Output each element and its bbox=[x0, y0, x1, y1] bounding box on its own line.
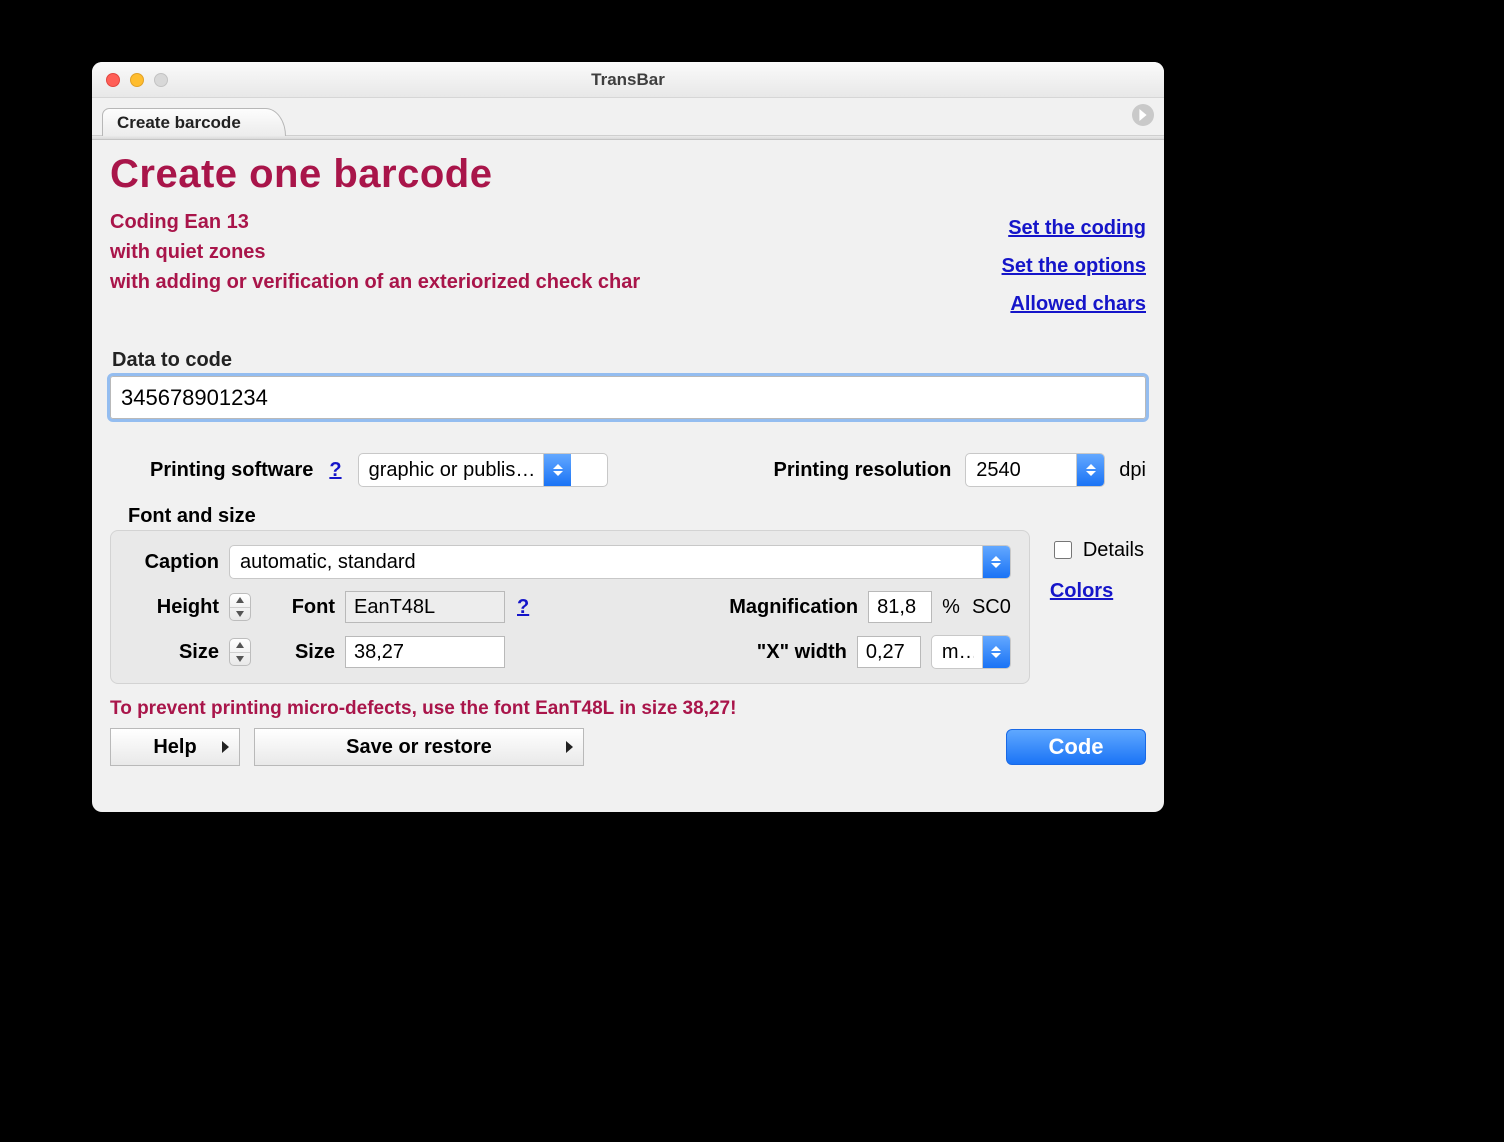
details-checkbox-row[interactable]: Details bbox=[1050, 538, 1144, 562]
details-checkbox[interactable] bbox=[1054, 541, 1072, 559]
xwidth-unit-select[interactable]: mm bbox=[931, 635, 1011, 669]
select-arrows-icon bbox=[543, 454, 571, 486]
font-input[interactable] bbox=[345, 591, 505, 623]
page-heading: Create one barcode bbox=[110, 152, 1146, 197]
link-set-options[interactable]: Set the options bbox=[1002, 255, 1146, 277]
app-window: TransBar Create barcode Create one barco… bbox=[92, 62, 1164, 812]
chevron-down-icon bbox=[230, 653, 250, 666]
warning-text: To prevent printing micro-defects, use t… bbox=[110, 698, 1146, 720]
magnification-input[interactable] bbox=[868, 591, 932, 623]
coding-summary: Coding Ean 13 with quiet zones with addi… bbox=[110, 207, 640, 297]
size-row-label: Size bbox=[129, 641, 219, 664]
sc-label: SC0 bbox=[972, 596, 1011, 619]
printing-resolution-select[interactable]: 2540 bbox=[965, 453, 1105, 487]
caption-value: automatic, standard bbox=[240, 551, 974, 574]
help-button-label: Help bbox=[153, 736, 196, 759]
printing-resolution-label: Printing resolution bbox=[774, 459, 952, 482]
caption-label: Caption bbox=[129, 551, 219, 574]
xwidth-unit-value: mm bbox=[942, 641, 974, 664]
summary-line: Coding Ean 13 bbox=[110, 207, 640, 237]
close-icon[interactable] bbox=[106, 73, 120, 87]
link-set-coding[interactable]: Set the coding bbox=[1008, 217, 1146, 239]
link-allowed-chars[interactable]: Allowed chars bbox=[1010, 293, 1146, 315]
tab-next-icon[interactable] bbox=[1132, 104, 1154, 126]
tab-create-barcode[interactable]: Create barcode bbox=[102, 108, 286, 136]
font-size-section-label: Font and size bbox=[128, 505, 1146, 528]
triangle-right-icon bbox=[222, 741, 229, 753]
select-arrows-icon bbox=[982, 546, 1010, 578]
tab-strip: Create barcode bbox=[92, 98, 1164, 136]
save-restore-label: Save or restore bbox=[346, 736, 492, 759]
select-arrows-icon bbox=[982, 636, 1010, 668]
xwidth-input[interactable] bbox=[857, 636, 921, 668]
save-restore-button[interactable]: Save or restore bbox=[254, 728, 584, 766]
printing-software-value: graphic or publis… bbox=[369, 459, 536, 482]
chevron-down-icon bbox=[230, 608, 250, 621]
link-colors[interactable]: Colors bbox=[1050, 580, 1144, 603]
data-to-code-input[interactable] bbox=[110, 376, 1146, 419]
percent-label: % bbox=[942, 596, 960, 619]
zoom-icon bbox=[154, 73, 168, 87]
triangle-right-icon bbox=[566, 741, 573, 753]
minimize-icon[interactable] bbox=[130, 73, 144, 87]
caption-select[interactable]: automatic, standard bbox=[229, 545, 1011, 579]
font-size-panel: Caption automatic, standard Height Font … bbox=[110, 530, 1030, 684]
content-area: Create one barcode Coding Ean 13 with qu… bbox=[92, 140, 1164, 812]
size-stepper[interactable] bbox=[229, 638, 251, 666]
height-label: Height bbox=[129, 596, 219, 619]
window-title: TransBar bbox=[591, 70, 665, 90]
chevron-up-icon bbox=[230, 639, 250, 653]
xwidth-label: "X" width bbox=[757, 641, 847, 664]
magnification-label: Magnification bbox=[729, 596, 858, 619]
select-arrows-icon bbox=[1076, 454, 1104, 486]
right-links: Set the coding Set the options Allowed c… bbox=[1002, 207, 1146, 323]
traffic-lights bbox=[106, 73, 168, 87]
font-side-column: Details Colors bbox=[1048, 530, 1146, 611]
titlebar: TransBar bbox=[92, 62, 1164, 98]
code-button[interactable]: Code bbox=[1006, 729, 1146, 765]
details-label: Details bbox=[1083, 539, 1144, 562]
printing-software-help-icon[interactable]: ? bbox=[329, 459, 341, 482]
data-to-code-label: Data to code bbox=[112, 349, 1146, 372]
chevron-up-icon bbox=[230, 594, 250, 608]
font-label: Font bbox=[261, 596, 335, 619]
printing-software-select[interactable]: graphic or publis… bbox=[358, 453, 608, 487]
summary-line: with adding or verification of an exteri… bbox=[110, 267, 640, 297]
help-button[interactable]: Help bbox=[110, 728, 240, 766]
dpi-unit: dpi bbox=[1119, 459, 1146, 482]
printing-resolution-value: 2540 bbox=[976, 459, 1068, 482]
summary-line: with quiet zones bbox=[110, 237, 640, 267]
printing-software-label: Printing software bbox=[150, 459, 313, 482]
font-help-icon[interactable]: ? bbox=[517, 596, 529, 619]
height-stepper[interactable] bbox=[229, 593, 251, 621]
size-input[interactable] bbox=[345, 636, 505, 668]
size-label: Size bbox=[261, 641, 335, 664]
